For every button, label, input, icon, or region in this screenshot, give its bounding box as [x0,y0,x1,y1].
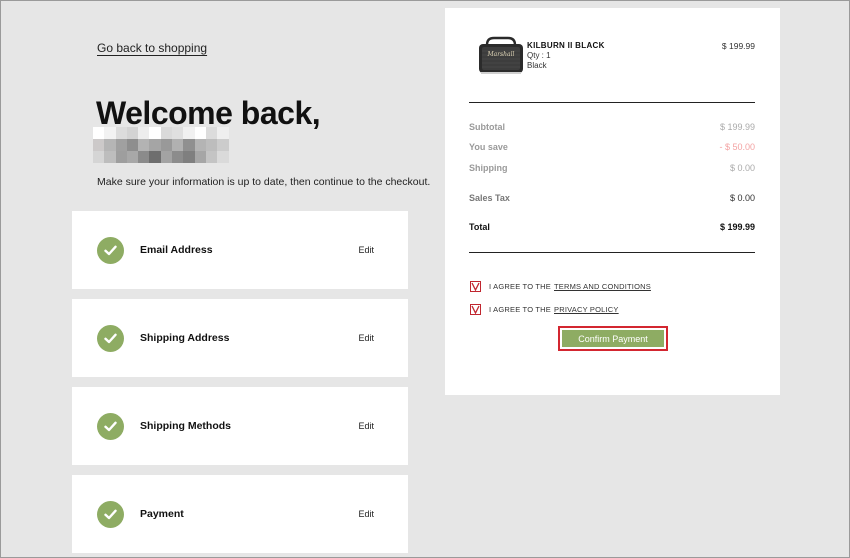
terms-checkbox[interactable] [470,281,481,292]
confirm-payment-button[interactable]: Confirm Payment [562,330,664,347]
redaction-pixel [205,139,218,151]
redaction-pixel [93,127,105,139]
speaker-product-image: Marshall [477,36,525,76]
checkmark-icon [471,305,480,314]
redaction-pixel [194,151,206,163]
privacy-agreement: I AGREE TO THE PRIVACY POLICY [470,304,619,315]
sales-tax-label: Sales Tax [469,193,510,203]
step-shipping-methods: Shipping Methods Edit [72,387,408,465]
redaction-pixel [183,127,195,139]
step-label: Payment [140,508,184,520]
redaction-pixel [149,139,161,151]
total-row: Total $ 199.99 [469,222,755,232]
edit-shipping-address-link[interactable]: Edit [358,333,374,343]
confirm-payment-highlight: Confirm Payment [558,326,668,351]
redaction-pixel [183,151,195,163]
edit-email-link[interactable]: Edit [358,245,374,255]
back-to-shopping-link[interactable]: Go back to shopping [97,41,207,55]
shipping-row: Shipping $ 0.00 [469,163,755,173]
terms-and-conditions-link[interactable]: TERMS AND CONDITIONS [554,282,651,291]
redaction-pixel [126,127,139,139]
redaction-pixel [172,139,184,151]
redaction-pixel [172,127,184,139]
step-label: Shipping Address [140,332,230,344]
total-label: Total [469,222,490,232]
product-name: KILBURN II BLACK [527,41,605,50]
redaction-pixel [194,139,206,151]
sales-tax-value: $ 0.00 [729,193,755,203]
subtotal-value: $ 199.99 [719,122,755,132]
divider [469,102,755,103]
product-color: Black [527,61,547,70]
privacy-prefix: I AGREE TO THE [489,305,551,314]
terms-prefix: I AGREE TO THE [489,282,551,291]
privacy-policy-link[interactable]: PRIVACY POLICY [554,305,619,314]
check-icon [97,324,124,352]
checkmark-icon [471,282,480,291]
step-shipping-address: Shipping Address Edit [72,299,408,377]
order-summary-panel: Marshall KILBURN II BLACK Qty : 1 Black … [445,8,780,395]
intro-text: Make sure your information is up to date… [97,176,431,188]
redaction-pixel [160,127,173,139]
redaction-pixel [183,139,195,151]
product-quantity: Qty : 1 [527,51,551,60]
product-price: $ 199.99 [721,41,755,51]
redaction-pixel [149,127,161,139]
step-label: Shipping Methods [140,420,231,432]
privacy-checkbox[interactable] [470,304,481,315]
redaction-pixel [149,151,161,163]
redaction-pixel [104,139,116,151]
redaction-pixel [217,139,229,151]
step-payment: Payment Edit [72,475,408,553]
redaction-pixel [138,127,150,139]
redaction-pixel [160,139,173,151]
redaction-pixel [205,127,218,139]
savings-value: - $ 50.00 [719,142,755,152]
edit-shipping-methods-link[interactable]: Edit [358,421,374,431]
check-icon [97,236,124,264]
redaction-pixel [172,151,184,163]
redaction-pixel [126,151,139,163]
redaction-pixel [217,127,229,139]
redaction-pixel [104,151,116,163]
step-email-address: Email Address Edit [72,211,408,289]
redaction-pixel [194,127,206,139]
shipping-value: $ 0.00 [729,163,755,173]
terms-agreement: I AGREE TO THE TERMS AND CONDITIONS [470,281,651,292]
sales-tax-row: Sales Tax $ 0.00 [469,193,755,203]
redaction-pixel [115,151,127,163]
step-label: Email Address [140,244,213,256]
savings-row: You save - $ 50.00 [469,142,755,152]
check-icon [97,412,124,440]
redaction-pixel [138,151,150,163]
check-icon [97,500,124,528]
redaction-pixel [93,151,105,163]
redaction-pixel [138,139,150,151]
shipping-label: Shipping [469,163,508,173]
divider [469,252,755,253]
subtotal-row: Subtotal $ 199.99 [469,122,755,132]
svg-text:Marshall: Marshall [487,51,515,58]
redaction-pixel [115,127,127,139]
redaction-pixel [93,139,105,151]
redaction-pixel [104,127,116,139]
redaction-pixel [126,139,139,151]
subtotal-label: Subtotal [469,122,505,132]
redacted-username [93,127,229,163]
total-value: $ 199.99 [719,222,755,232]
redaction-pixel [115,139,127,151]
redaction-pixel [160,151,173,163]
redaction-pixel [205,151,218,163]
redaction-pixel [217,151,229,163]
savings-label: You save [469,142,508,152]
edit-payment-link[interactable]: Edit [358,509,374,519]
